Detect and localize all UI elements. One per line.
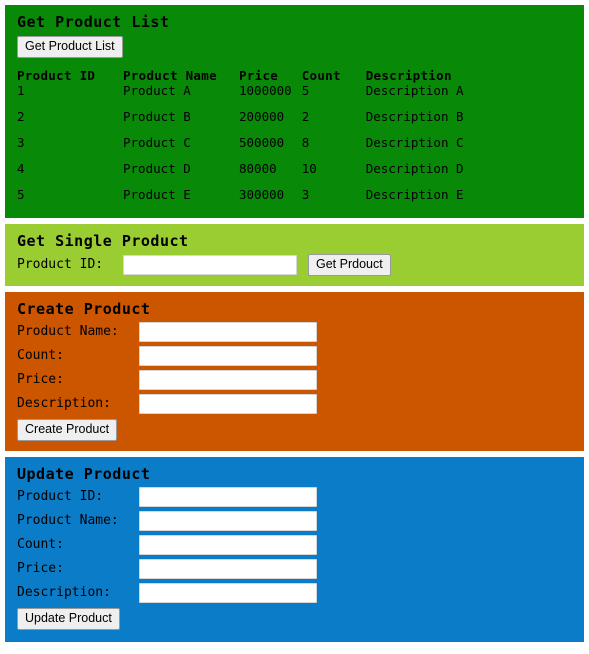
update-product-title: Update Product <box>17 465 151 483</box>
cell-price: 500000 <box>239 135 285 150</box>
update-product-id-row: Product ID: <box>17 487 584 507</box>
cell-product-id: 3 <box>17 135 25 150</box>
update-price-input[interactable] <box>139 559 317 579</box>
update-description-label: Description: <box>17 585 111 600</box>
cell-product-name: Product D <box>123 161 191 176</box>
cell-count: 10 <box>301 161 317 176</box>
update-product-name-row: Product Name: <box>17 511 584 531</box>
create-product-button[interactable]: Create Product <box>17 419 118 441</box>
column-header-product-name: Product Name <box>123 68 217 83</box>
column-header-product-id: Product ID <box>17 68 96 83</box>
cell-price: 300000 <box>239 187 285 202</box>
cell-description: Description E <box>365 187 464 202</box>
table-row: 2 Product B 200000 2 Description B <box>17 109 516 135</box>
create-price-input[interactable] <box>139 370 317 390</box>
cell-price: 200000 <box>239 109 285 124</box>
single-product-id-input[interactable] <box>123 255 297 275</box>
cell-description: Description D <box>365 161 464 176</box>
update-count-label: Count: <box>17 537 64 552</box>
create-count-label: Count: <box>17 348 64 363</box>
product-id-label: Product ID: <box>17 257 104 272</box>
update-product-section: Update Product Product ID: Product Name:… <box>5 457 584 642</box>
update-count-input[interactable] <box>139 535 317 555</box>
cell-product-name: Product A <box>123 83 191 98</box>
cell-count: 5 <box>301 83 310 98</box>
cell-product-id: 2 <box>17 109 25 124</box>
cell-description: Description B <box>365 109 464 124</box>
update-product-name-label: Product Name: <box>17 513 119 528</box>
column-header-count: Count <box>301 68 341 83</box>
update-product-id-input[interactable] <box>139 487 317 507</box>
column-header-description: Description <box>365 68 452 83</box>
update-price-label: Price: <box>17 561 64 576</box>
create-product-name-row: Product Name: <box>17 322 584 342</box>
update-product-button[interactable]: Update Product <box>17 608 120 630</box>
create-price-row: Price: <box>17 370 584 390</box>
product-crud-page: Get Product List Get Product List Produc… <box>0 0 589 654</box>
cell-product-name: Product E <box>123 187 191 202</box>
cell-description: Description A <box>365 83 464 98</box>
update-product-id-label: Product ID: <box>17 489 104 504</box>
create-count-input[interactable] <box>139 346 317 366</box>
create-product-section: Create Product Product Name: Count: Pric… <box>5 292 584 451</box>
update-product-button-row: Update Product <box>17 607 584 630</box>
table-header-row: Product ID Product Name Price Count Desc… <box>17 68 516 83</box>
get-single-product-title: Get Single Product <box>17 232 189 250</box>
table-row: 4 Product D 80000 10 Description D <box>17 161 516 187</box>
create-product-button-row: Create Product <box>17 418 584 441</box>
table-row: 5 Product E 300000 3 Description E <box>17 187 516 202</box>
cell-description: Description C <box>365 135 464 150</box>
create-description-row: Description: <box>17 394 584 414</box>
cell-product-name: Product C <box>123 135 191 150</box>
create-product-name-input[interactable] <box>139 322 317 342</box>
create-description-input[interactable] <box>139 394 317 414</box>
cell-product-id: 1 <box>17 83 25 98</box>
single-product-id-row: Product ID: Get Prdouct <box>17 254 584 276</box>
update-price-row: Price: <box>17 559 584 579</box>
cell-product-id: 5 <box>17 187 25 202</box>
cell-price: 80000 <box>239 161 277 176</box>
create-count-row: Count: <box>17 346 584 366</box>
cell-count: 3 <box>301 187 310 202</box>
get-single-product-section: Get Single Product Product ID: Get Prdou… <box>5 224 584 286</box>
create-price-label: Price: <box>17 372 64 387</box>
table-row: 3 Product C 500000 8 Description C <box>17 135 516 161</box>
update-product-name-input[interactable] <box>139 511 317 531</box>
get-product-list-title: Get Product List <box>17 13 170 31</box>
create-product-title: Create Product <box>17 300 151 318</box>
update-count-row: Count: <box>17 535 584 555</box>
product-list-table: Product ID Product Name Price Count Desc… <box>17 68 516 202</box>
cell-product-id: 4 <box>17 161 25 176</box>
create-description-label: Description: <box>17 396 111 411</box>
get-single-product-button[interactable]: Get Prdouct <box>308 254 391 276</box>
get-product-list-button[interactable]: Get Product List <box>17 36 123 58</box>
update-description-input[interactable] <box>139 583 317 603</box>
cell-count: 2 <box>301 109 310 124</box>
column-header-price: Price <box>239 68 279 83</box>
cell-count: 8 <box>301 135 310 150</box>
update-description-row: Description: <box>17 583 584 603</box>
table-row: 1 Product A 1000000 5 Description A <box>17 83 516 109</box>
create-product-name-label: Product Name: <box>17 324 119 339</box>
get-product-list-section: Get Product List Get Product List Produc… <box>5 5 584 218</box>
cell-product-name: Product B <box>123 109 191 124</box>
cell-price: 1000000 <box>239 83 292 98</box>
